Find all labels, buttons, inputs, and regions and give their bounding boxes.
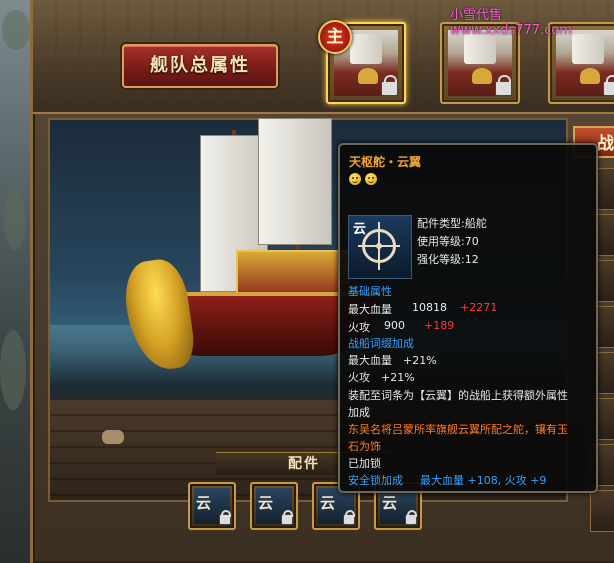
- item-tooltip: 天枢舵・云翼 云 配件类型:船舵 使用等级:70 强化等级:12 基础属性 最大…: [338, 143, 598, 493]
- equip-desc-line1: 装配至词条为【云翼】的战船上获得额外属性: [348, 389, 568, 402]
- lock-bonus-title: 安全锁加成: [348, 474, 403, 487]
- fleet-total-attributes-button[interactable]: 舰队总属性: [122, 44, 278, 88]
- flavor-line2: 石为饰: [348, 440, 381, 453]
- lock-icon: [343, 510, 355, 525]
- smiley-icon: [349, 173, 361, 185]
- lock-icon: [495, 75, 512, 96]
- rudder-item-icon: 云: [348, 215, 412, 279]
- dock-stone: [102, 430, 124, 444]
- affix-hp: 最大血量 +21%: [348, 354, 437, 367]
- equip-desc-line2: 加成: [348, 406, 370, 419]
- hp-label: 最大血量: [348, 303, 392, 316]
- hp-value: 10818: [412, 301, 447, 314]
- main-ship-badge: 主: [318, 20, 352, 54]
- lock-icon: [381, 75, 398, 96]
- lock-icon: [603, 75, 614, 96]
- part-glyph: 云: [258, 494, 274, 512]
- locked-status: 已加锁: [348, 457, 381, 470]
- flavor-line1: 东吴名将吕蒙所率旗舰云翼所配之舵，镶有玉: [348, 423, 568, 436]
- ship-wheel-icon: [358, 229, 400, 263]
- side-slot[interactable]: [590, 490, 614, 532]
- watermark-text: 小雪代售www.xxds777.com: [450, 8, 572, 38]
- affix-title: 战船词缀加成: [348, 337, 414, 350]
- item-icon-glyph: 云: [353, 222, 367, 237]
- use-level: 使用等级:70: [417, 235, 479, 248]
- fire-label: 火攻: [348, 321, 370, 334]
- enhance-level: 强化等级:12: [417, 253, 479, 266]
- fire-bonus: +189: [424, 319, 455, 332]
- part-slot-2[interactable]: 云: [250, 482, 298, 530]
- hp-bonus: +2271: [460, 301, 498, 314]
- fire-value: 900: [384, 319, 405, 332]
- ship-sail: [258, 118, 332, 245]
- affix-fire: 火攻 +21%: [348, 371, 415, 384]
- part-glyph: 云: [382, 494, 398, 512]
- lock-icon: [219, 510, 231, 525]
- lock-icon: [405, 510, 417, 525]
- lock-bonus-value: 最大血量 +108, 火攻 +9: [420, 474, 547, 487]
- item-name: 天枢舵・云翼: [349, 155, 422, 169]
- part-slot-1[interactable]: 云: [188, 482, 236, 530]
- game-window: 舰队总属性 主 小雪代售www.xxds777.com 配件 云 云 云 云 战…: [0, 0, 614, 563]
- smiley-icon: [365, 173, 377, 185]
- part-glyph: 云: [320, 494, 336, 512]
- part-type: 配件类型:船舵: [417, 217, 487, 230]
- part-glyph: 云: [196, 494, 212, 512]
- lock-icon: [281, 510, 293, 525]
- base-attr-title: 基础属性: [348, 285, 392, 298]
